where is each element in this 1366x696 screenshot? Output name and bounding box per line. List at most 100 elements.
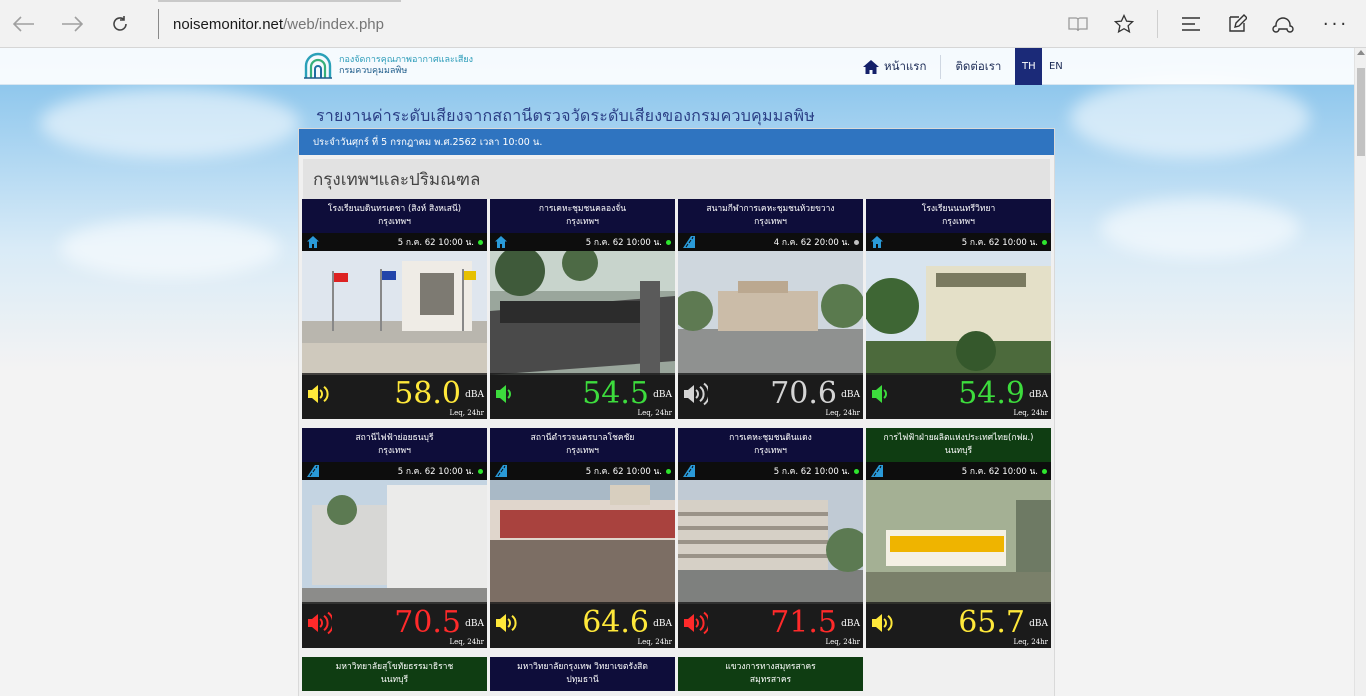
road-icon	[495, 465, 507, 477]
station-card[interactable]: สถานีตำรวจนครบาลโชคชัย กรุงเทพฯ 5 ก.ค. 62 …	[490, 428, 675, 648]
back-button[interactable]	[0, 0, 48, 48]
noise-unit: dBA	[653, 619, 672, 629]
menu-contact[interactable]: ติดต่อเรา	[941, 48, 1015, 85]
noise-unit: dBA	[1029, 390, 1048, 400]
background-cloud	[40, 88, 300, 158]
station-card[interactable]: การเคหะชุมชนคลองจั่น กรุงเทพฯ 5 ก.ค. 62 10…	[490, 199, 675, 419]
pcd-logo-icon	[303, 52, 333, 80]
station-time: 5 ก.ค. 62 10:00 น.	[961, 467, 1038, 477]
station-card[interactable]: สนามกีฬาการเคหะชุมชนห้วยขวาง กรุงเทพฯ 4 ก.…	[678, 199, 863, 419]
road-icon	[307, 465, 319, 477]
station-province: กรุงเทพฯ	[378, 446, 411, 456]
station-card[interactable]: มหาวิทยาลัยกรุงเทพ วิทยาเขตรังสิตปทุมธาน…	[490, 657, 675, 696]
station-name: โรงเรียนบดินทรเดชา (สิงห์ สิงหเสนี)	[327, 204, 462, 214]
station-card[interactable]: การไฟฟ้าฝ่ายผลิตแห่งประเทศไทย(กฟผ.) นนทบุ…	[866, 428, 1051, 648]
speaker-icon	[684, 382, 708, 406]
station-card[interactable]: แขวงการทางสมุทรสาคร สมุทรสาคร	[678, 657, 863, 696]
station-header: มหาวิทยาลัยสุโขทัยธรรมาธิราช นนทบุรี	[302, 657, 487, 691]
station-meta: 4 ก.ค. 62 20:00 น.	[678, 233, 863, 251]
road-icon	[871, 465, 883, 477]
arrow-right-icon	[62, 15, 83, 32]
scroll-up-arrow[interactable]	[1357, 50, 1365, 55]
station-time: 4 ก.ค. 62 20:00 น.	[773, 238, 850, 248]
logo-org-line: กองจัดการคุณภาพอากาศและเสียง	[339, 55, 474, 65]
station-card[interactable]: โรงเรียนนนทรีวิทยากรุงเทพฯ 5 ก.ค. 62 10:0…	[866, 199, 1051, 419]
station-province: นนทบุรี	[944, 446, 973, 456]
station-meta: 5 ก.ค. 62 10:00 น.	[302, 233, 487, 251]
page-scrollbar[interactable]	[1354, 48, 1366, 696]
noise-value: 70.5	[394, 605, 461, 640]
report-date-bar: ประจำวันศุกร์ ที่ 5 กรกฎาคม พ.ศ.2562 เวล…	[299, 129, 1054, 155]
forward-button[interactable]	[48, 0, 96, 48]
menu-contact-label: ติดต่อเรา	[955, 58, 1002, 73]
noise-reading: 71.5 dBA Leq, 24hr	[678, 602, 863, 648]
station-province: กรุงเทพฯ	[942, 217, 975, 227]
station-province: ปทุมธานี	[566, 675, 599, 685]
station-photo	[678, 251, 863, 375]
hub-button[interactable]	[1168, 0, 1214, 48]
pen-icon	[1229, 14, 1247, 32]
station-card[interactable]: การเคหะชุมชนดินแดง กรุงเทพฯ 5 ก.ค. 62 10:0…	[678, 428, 863, 648]
noise-unit: dBA	[465, 619, 484, 629]
station-header: โรงเรียนบดินทรเดชา (สิงห์ สิงหเสนี) กรุงเ…	[302, 199, 487, 233]
leq-label: Leq, 24hr	[825, 638, 860, 646]
site-header: กองจัดการคุณภาพอากาศและเสียง กรมควบคุมมล…	[0, 48, 1354, 85]
share-button[interactable]	[1260, 0, 1306, 48]
station-province: กรุงเทพฯ	[566, 446, 599, 456]
station-name: มหาวิทยาลัยกรุงเทพ วิทยาเขตรังสิต	[517, 662, 648, 672]
refresh-icon	[113, 15, 127, 31]
station-photo	[490, 251, 675, 375]
region-header: กรุงเทพฯและปริมณฑล	[303, 159, 1050, 199]
home-icon	[495, 236, 507, 248]
favorite-button[interactable]	[1101, 0, 1147, 48]
more-button[interactable]: ···	[1306, 0, 1366, 48]
road-icon	[683, 465, 695, 477]
leq-label: Leq, 24hr	[825, 409, 860, 417]
refresh-button[interactable]	[96, 0, 144, 48]
leq-label: Leq, 24hr	[449, 638, 484, 646]
station-header: แขวงการทางสมุทรสาคร สมุทรสาคร	[678, 657, 863, 691]
lang-th-button[interactable]: TH	[1015, 48, 1043, 85]
noise-value: 64.6	[582, 605, 649, 640]
background-cloud	[1070, 78, 1310, 158]
lang-en-button[interactable]: EN	[1042, 48, 1069, 85]
station-time: 5 ก.ค. 62 10:00 น.	[397, 467, 474, 477]
station-card[interactable]: มหาวิทยาลัยสุโขทัยธรรมาธิราช นนทบุรี	[302, 657, 487, 696]
station-name: สถานีไฟฟ้าย่อยธนบุรี	[355, 433, 434, 443]
noise-unit: dBA	[1029, 619, 1048, 629]
menu-home[interactable]: หน้าแรก	[848, 48, 940, 85]
noise-reading: 54.5 dBA Leq, 24hr	[490, 373, 675, 419]
share-icon	[1272, 17, 1294, 33]
web-note-button[interactable]	[1214, 0, 1260, 48]
noise-unit: dBA	[465, 390, 484, 400]
noise-value: 54.9	[958, 376, 1025, 411]
menu-home-label: หน้าแรก	[884, 58, 927, 73]
station-meta: 5 ก.ค. 62 10:00 น.	[866, 462, 1051, 480]
speaker-icon	[496, 385, 511, 403]
station-card[interactable]: สถานีไฟฟ้าย่อยธนบุรีกรุงเทพฯ 5 ก.ค. 62 10…	[302, 428, 487, 648]
station-time: 5 ก.ค. 62 10:00 น.	[961, 238, 1038, 248]
station-header: การเคหะชุมชนคลองจั่น กรุงเทพฯ	[490, 199, 675, 233]
reading-view-button[interactable]	[1055, 0, 1101, 48]
station-province: กรุงเทพฯ	[754, 446, 787, 456]
home-icon	[307, 236, 319, 248]
leq-label: Leq, 24hr	[449, 409, 484, 417]
station-name: โรงเรียนนนทรีวิทยา	[921, 204, 996, 214]
station-time: 5 ก.ค. 62 10:00 น.	[397, 238, 474, 248]
station-meta: 5 ก.ค. 62 10:00 น.	[302, 462, 487, 480]
address-bar-accent	[158, 0, 401, 2]
station-photo	[490, 480, 675, 604]
station-time: 5 ก.ค. 62 10:00 น.	[585, 238, 662, 248]
status-dot	[666, 468, 671, 474]
site-logo[interactable]: กองจัดการคุณภาพอากาศและเสียง กรมควบคุมมล…	[303, 52, 473, 80]
station-province: นนทบุรี	[380, 675, 409, 685]
scroll-thumb[interactable]	[1357, 68, 1365, 156]
station-photo	[866, 480, 1051, 604]
status-dot	[478, 468, 483, 474]
station-time: 5 ก.ค. 62 10:00 น.	[585, 467, 662, 477]
station-name: การเคหะชุมชนคลองจั่น	[538, 204, 627, 214]
station-province: สมุทรสาคร	[749, 675, 792, 685]
address-bar[interactable]: noisemonitor.net/web/index.php	[158, 9, 401, 39]
status-dot	[854, 468, 859, 474]
station-card[interactable]: โรงเรียนบดินทรเดชา (สิงห์ สิงหเสนี) กรุงเ…	[302, 199, 487, 419]
